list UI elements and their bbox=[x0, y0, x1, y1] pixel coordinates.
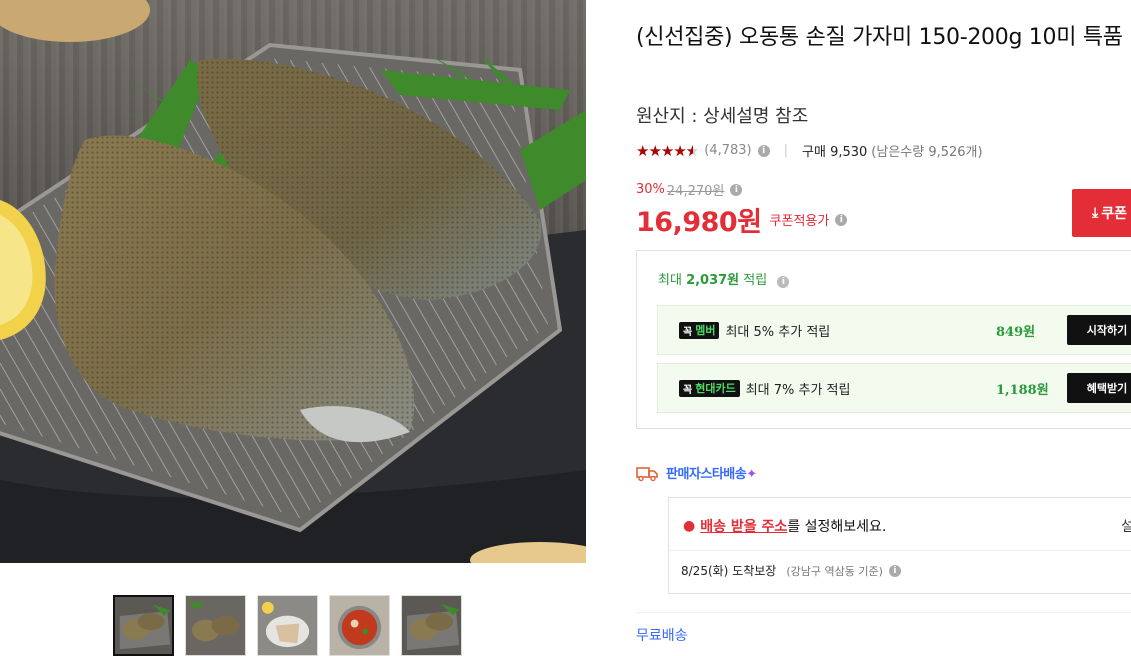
product-main-image bbox=[0, 0, 586, 563]
thumbnail-1[interactable] bbox=[113, 595, 174, 656]
max-points-value: 2,037원 bbox=[686, 273, 740, 288]
info-circle-icon[interactable]: i bbox=[888, 564, 901, 577]
divider bbox=[669, 550, 1131, 551]
rating-row: ★★★★★ (4,783) i | 구매 9,530 (남은수량 9,526개) bbox=[636, 141, 983, 161]
info-circle-icon[interactable]: i bbox=[757, 144, 770, 157]
max-points: 최대 2,037원 적립 i bbox=[658, 269, 790, 288]
badge-label: 현대카드 bbox=[695, 382, 736, 395]
badge-prefix: 꼭 bbox=[683, 384, 693, 396]
address-box: ● 배송 받을 주소 를 설정해보세요. 설 8/25(화) 도착보장 (강남구… bbox=[668, 497, 1131, 594]
thumbnail-4[interactable] bbox=[329, 595, 390, 656]
coupon-download-button[interactable]: ⤓ 쿠폰 bbox=[1072, 189, 1131, 237]
benefit-text: 최대 7% 추가 적립 bbox=[745, 382, 851, 398]
origin-label: 원산지 : 상세설명 참조 bbox=[636, 106, 809, 127]
points-box: 최대 2,037원 적립 i 꼭 멤버 최대 5% 추가 적립 849원 시작하기… bbox=[636, 250, 1131, 429]
free-shipping-label: 무료배송 bbox=[636, 628, 688, 644]
flounder-photo bbox=[0, 0, 586, 563]
discount-rate: 30% bbox=[636, 182, 665, 197]
delivery-header: 판매자스타배송✦ bbox=[636, 463, 757, 482]
thumbnail-strip bbox=[113, 595, 462, 656]
divider: | bbox=[783, 143, 789, 158]
member-badge: 꼭 멤버 bbox=[679, 321, 720, 339]
arrival-date: 8/25(화) 도착보장 bbox=[681, 564, 777, 578]
coupon-price-note: 쿠폰적용가 bbox=[769, 214, 830, 229]
original-price: 24,270원 bbox=[666, 184, 725, 199]
get-benefit-button[interactable]: 혜택받기 bbox=[1067, 373, 1131, 403]
card-badge: 꼭 현대카드 bbox=[679, 379, 740, 397]
remaining-count: (남은수량 9,526개) bbox=[871, 145, 983, 160]
address-setting-button[interactable]: 설 bbox=[1121, 516, 1131, 536]
location-pin-icon: ● bbox=[683, 518, 696, 534]
benefit-row-member: 꼭 멤버 최대 5% 추가 적립 849원 시작하기 bbox=[657, 305, 1131, 355]
star-rating[interactable]: ★★★★★ bbox=[636, 142, 699, 160]
benefit-text: 최대 5% 추가 적립 bbox=[725, 324, 831, 340]
price-row: 16,980원 쿠폰적용가 i bbox=[636, 200, 848, 239]
sale-price: 16,980원 bbox=[636, 207, 762, 238]
half-star-icon: ★ bbox=[686, 142, 699, 160]
truck-icon bbox=[636, 466, 658, 481]
thumbnail-2[interactable] bbox=[185, 595, 246, 656]
star-delivery-label: 판매자스타배송 bbox=[666, 467, 747, 482]
address-link[interactable]: 배송 받을 주소 bbox=[700, 516, 787, 536]
download-arrow-icon: ⤓ bbox=[1092, 205, 1099, 221]
max-points-suffix: 적립 bbox=[739, 273, 768, 288]
benefit-amount: 1,188원 bbox=[996, 382, 1049, 398]
address-prompt-text: 를 설정해보세요. bbox=[787, 519, 887, 535]
discount-row: 30% 24,270원 i bbox=[636, 180, 743, 199]
address-prompt: ● 배송 받을 주소 를 설정해보세요. bbox=[683, 516, 886, 536]
arrival-guarantee: 8/25(화) 도착보장 (강남구 역삼동 기준) i bbox=[681, 562, 901, 579]
max-points-prefix: 최대 bbox=[658, 273, 687, 288]
star-delivery-badge: 판매자스타배송✦ bbox=[666, 463, 757, 482]
review-count[interactable]: (4,783) bbox=[704, 143, 751, 158]
coupon-button-label: 쿠폰 bbox=[1101, 206, 1127, 222]
arrival-location: (강남구 역삼동 기준) bbox=[786, 564, 883, 578]
purchase-count: 구매 9,530 bbox=[802, 145, 868, 160]
thumbnail-3[interactable] bbox=[257, 595, 318, 656]
badge-label: 멤버 bbox=[695, 324, 716, 337]
thumbnail-5[interactable] bbox=[401, 595, 462, 656]
info-circle-icon[interactable]: i bbox=[777, 276, 790, 288]
benefit-amount: 849원 bbox=[996, 324, 1036, 340]
badge-prefix: 꼭 bbox=[683, 326, 693, 338]
sparkle-icon: ✦ bbox=[746, 467, 757, 482]
info-circle-icon[interactable]: i bbox=[730, 183, 743, 196]
divider bbox=[636, 612, 1131, 613]
info-circle-icon[interactable]: i bbox=[835, 213, 848, 226]
product-title: (신선집중) 오동통 손질 가자미 150-200g 10미 특품 bbox=[636, 25, 1123, 50]
start-button[interactable]: 시작하기 bbox=[1067, 315, 1131, 345]
benefit-row-card: 꼭 현대카드 최대 7% 추가 적립 1,188원 혜택받기 bbox=[657, 363, 1131, 413]
